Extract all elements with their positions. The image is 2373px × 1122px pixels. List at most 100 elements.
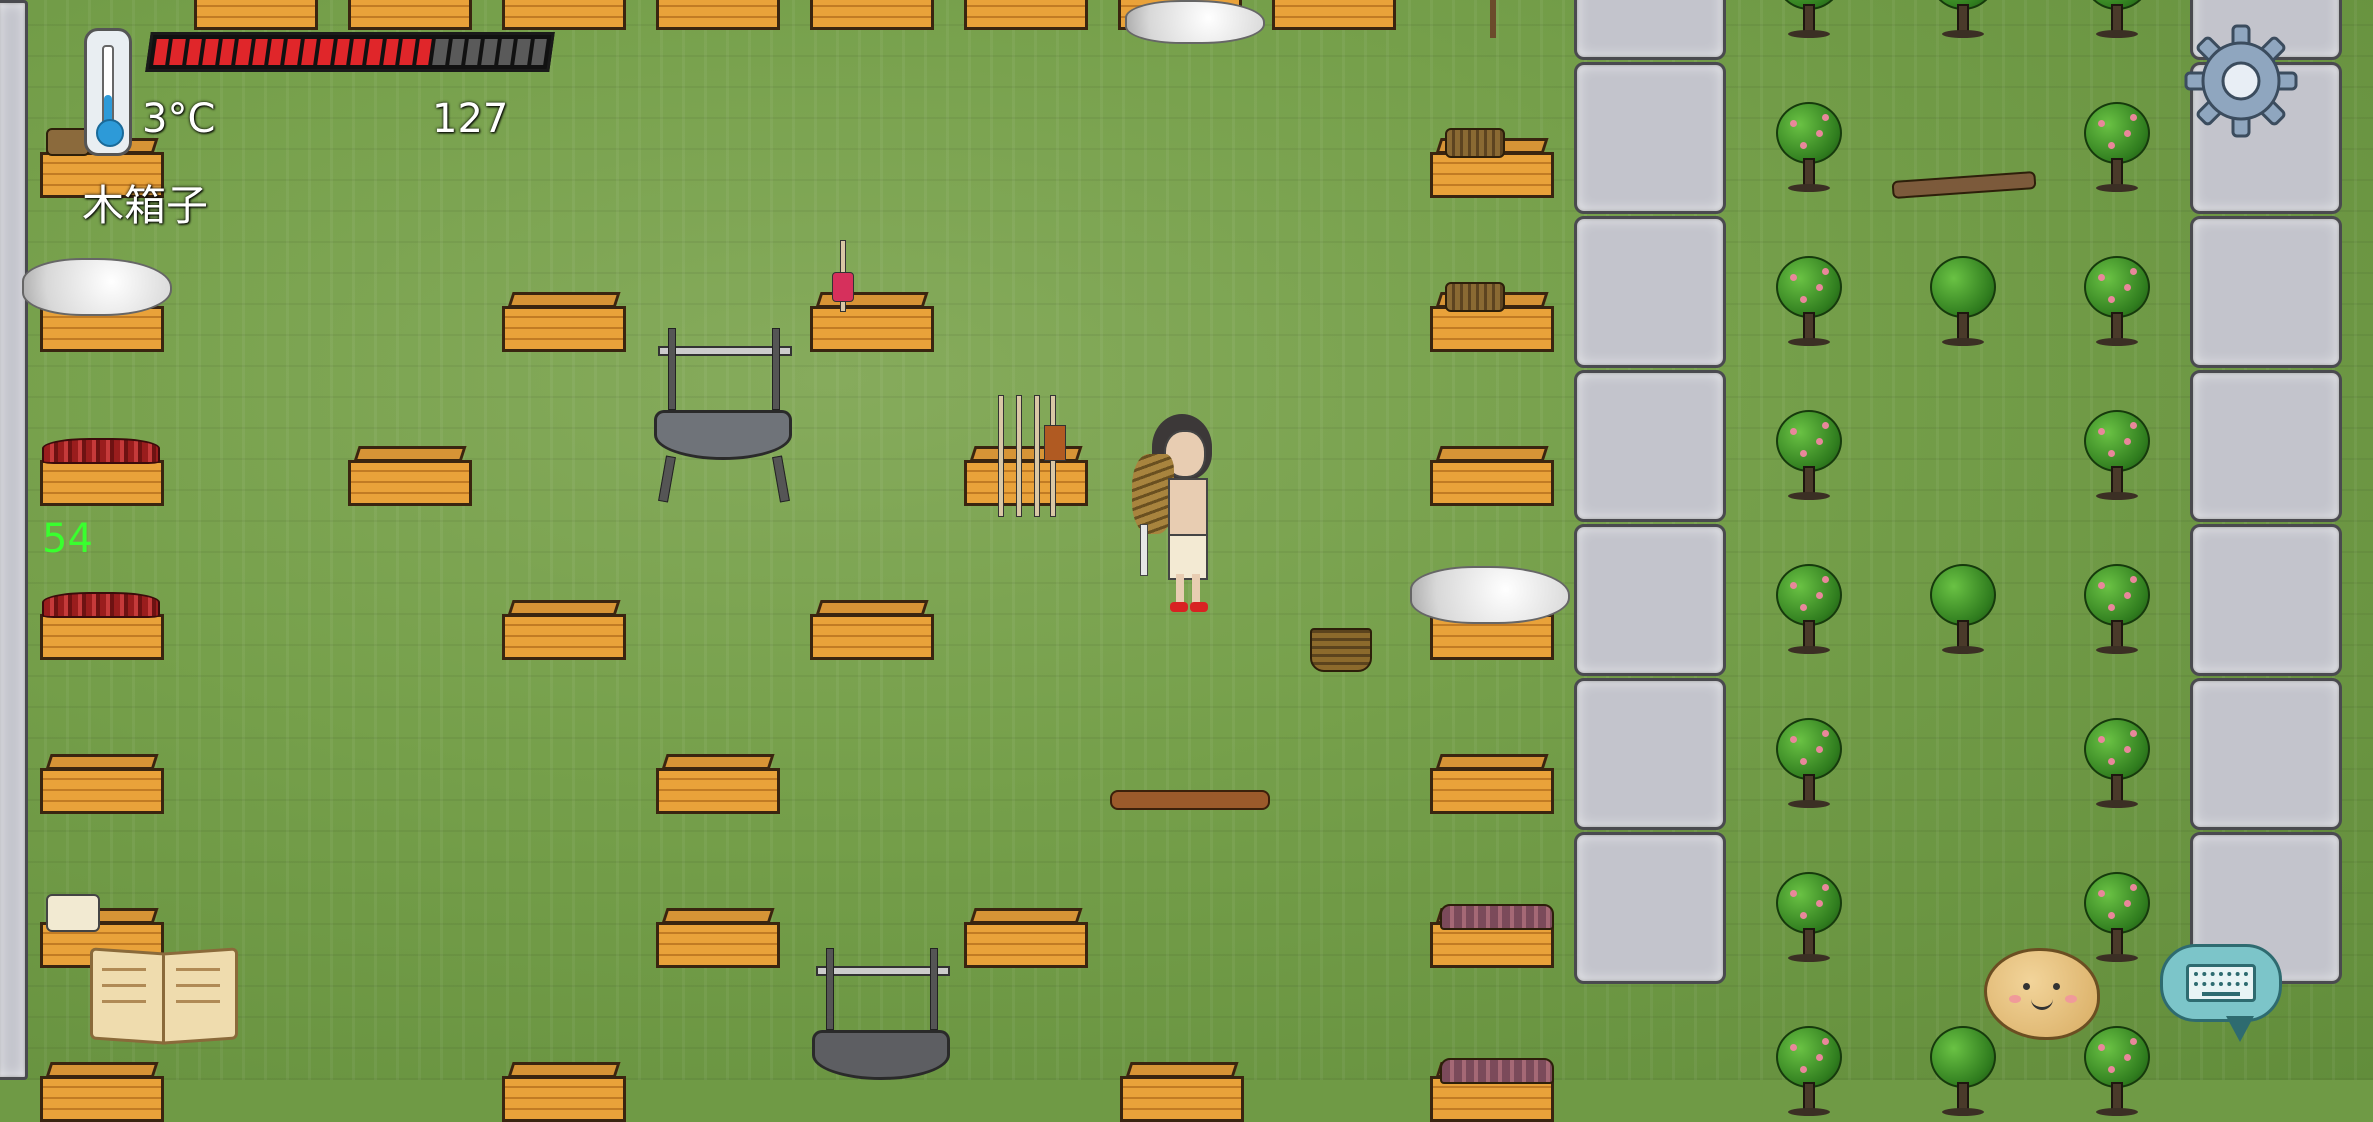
stone-wall-block <box>2190 370 2342 522</box>
wooden-crate[interactable] <box>348 0 472 30</box>
stone-wall <box>0 0 28 1080</box>
sheep-fleece-stack[interactable] <box>22 258 172 316</box>
food-bar-segment <box>448 39 465 65</box>
yum-counter: 127 <box>432 96 509 142</box>
gooseberry-bush[interactable] <box>1772 102 1846 194</box>
food-bar-segment <box>366 39 383 65</box>
gooseberry-bush[interactable] <box>1926 0 2000 40</box>
food-bar-segment <box>383 39 400 65</box>
wooden-crate[interactable] <box>1120 1062 1244 1122</box>
gooseberry-bush[interactable] <box>2080 718 2154 810</box>
food-bar-segment <box>300 39 318 65</box>
gooseberry-bush[interactable] <box>2080 102 2154 194</box>
wooden-crate[interactable] <box>348 446 472 506</box>
basket-item[interactable] <box>1445 282 1505 312</box>
stone-wall-block <box>1574 370 1726 522</box>
gooseberry-bush[interactable] <box>1772 0 1846 40</box>
stone-wall-block <box>1574 0 1726 60</box>
wooden-crate[interactable] <box>964 908 1088 968</box>
food-bar-segment <box>251 39 268 65</box>
hovered-object-label: 木箱子 <box>82 181 209 230</box>
wooden-crate[interactable] <box>1430 446 1554 506</box>
stone-wall-block <box>1574 524 1726 676</box>
food-bar-segment <box>432 39 449 65</box>
wooden-crate[interactable] <box>502 600 626 660</box>
food-bar-segment <box>514 39 531 65</box>
wooden-crate[interactable] <box>656 0 780 30</box>
gooseberry-bush[interactable] <box>2080 872 2154 964</box>
gooseberry-bush[interactable] <box>1772 564 1846 656</box>
temperature-readout: 3°C <box>142 96 216 142</box>
food-bar-segment <box>284 39 301 65</box>
wooden-crate[interactable] <box>656 908 780 968</box>
gooseberry-bush[interactable] <box>1772 256 1846 348</box>
iron-grill[interactable] <box>806 940 956 1120</box>
wooden-crate[interactable] <box>1430 754 1554 814</box>
basket-item[interactable] <box>1310 628 1372 672</box>
food-bar-segment <box>202 39 219 65</box>
food-bar-segment <box>399 39 416 65</box>
stone-wall-block <box>1574 62 1726 214</box>
thermometer-icon <box>84 28 132 156</box>
food-bar-segment <box>333 39 350 65</box>
branch-item[interactable] <box>1891 170 2037 200</box>
wooden-crate[interactable] <box>40 754 164 814</box>
gooseberry-bush[interactable] <box>1772 718 1846 810</box>
wooden-crate[interactable] <box>502 1062 626 1122</box>
player-character[interactable] <box>1128 414 1228 620</box>
age-readout: 54 <box>42 516 93 562</box>
food-bar-segment <box>268 39 285 65</box>
gooseberry-bush[interactable] <box>2080 564 2154 656</box>
wooden-crate[interactable] <box>194 0 318 30</box>
gooseberry-bush[interactable] <box>2080 256 2154 348</box>
log-item[interactable] <box>1110 790 1270 810</box>
cloth-item[interactable] <box>46 894 100 932</box>
game-world[interactable] <box>0 0 2373 1122</box>
skewer-set[interactable] <box>990 395 1070 517</box>
food-bar-segment <box>465 39 482 65</box>
gooseberry-bush[interactable] <box>1772 410 1846 502</box>
wooden-stake <box>1490 0 1496 38</box>
gooseberry-bush[interactable] <box>1926 256 2000 348</box>
gooseberry-bush[interactable] <box>1772 872 1846 964</box>
wooden-crate[interactable] <box>810 0 934 30</box>
food-bar-segment <box>235 39 252 65</box>
raw-meat-pile[interactable] <box>42 592 160 618</box>
sheep-fleece-stack[interactable] <box>1125 0 1265 44</box>
food-bar-segment <box>350 39 367 65</box>
wooden-crate[interactable] <box>810 292 934 352</box>
keyboard-speech-bubble-icon[interactable] <box>2160 944 2284 1048</box>
stone-wall-block <box>2190 524 2342 676</box>
wooden-crate[interactable] <box>1272 0 1396 30</box>
gooseberry-bush[interactable] <box>2080 1026 2154 1118</box>
meat-skewer[interactable] <box>830 240 854 312</box>
basket-item[interactable] <box>1445 128 1505 158</box>
iron-grill[interactable] <box>648 320 798 503</box>
stone-wall-block <box>2190 216 2342 368</box>
wooden-crate[interactable] <box>810 600 934 660</box>
wooden-crate[interactable] <box>964 0 1088 30</box>
gooseberry-bush[interactable] <box>2080 410 2154 502</box>
berry-bowl[interactable] <box>1440 1058 1554 1084</box>
berry-bowl[interactable] <box>1440 904 1554 930</box>
stone-wall-block <box>1574 678 1726 830</box>
wooden-crate[interactable] <box>502 0 626 30</box>
wooden-crate[interactable] <box>656 754 780 814</box>
food-bar-segment <box>153 39 170 65</box>
wooden-crate[interactable] <box>502 292 626 352</box>
sheep-fleece-stack[interactable] <box>1410 566 1570 624</box>
book-icon[interactable] <box>90 944 238 1045</box>
gooseberry-bush[interactable] <box>2080 0 2154 40</box>
food-bar-segment <box>498 39 515 65</box>
food-bar <box>145 32 555 72</box>
gear-icon[interactable] <box>2182 22 2300 140</box>
raw-meat-pile[interactable] <box>42 438 160 464</box>
stone-wall-block <box>1574 832 1726 984</box>
wooden-crate[interactable] <box>40 1062 164 1122</box>
gooseberry-bush[interactable] <box>1926 564 2000 656</box>
food-bar-segment <box>481 39 498 65</box>
gooseberry-bush[interactable] <box>1772 1026 1846 1118</box>
food-bar-segment <box>317 39 334 65</box>
food-bar-segment <box>415 39 432 65</box>
gooseberry-bush[interactable] <box>1926 1026 2000 1118</box>
